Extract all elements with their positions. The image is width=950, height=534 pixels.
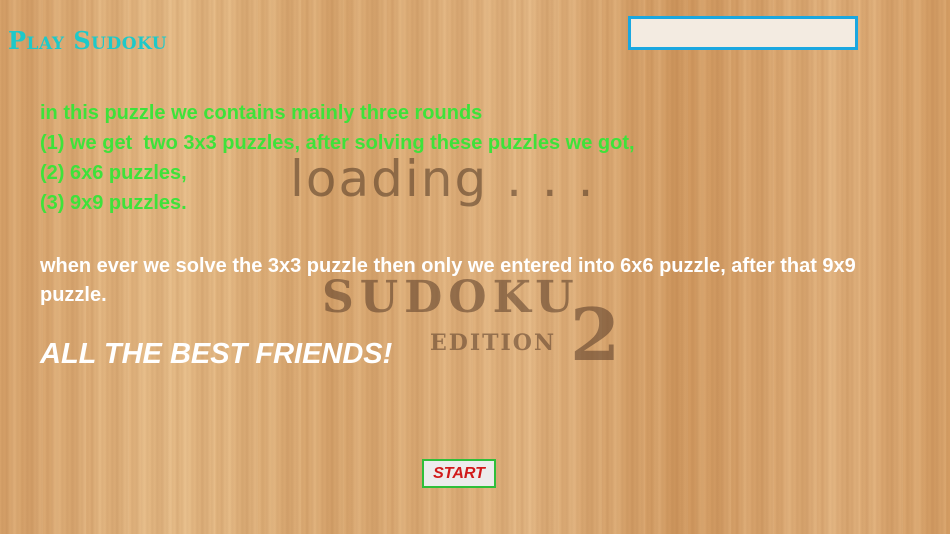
rule-round-2: (2) 6x6 puzzles, [40, 162, 187, 184]
background-logo-edition: EDITION [430, 330, 557, 356]
rule-round-1: (1) we get two 3x3 puzzles, after solvin… [40, 132, 635, 154]
rule-round-3: (3) 9x9 puzzles. [40, 192, 187, 214]
rule-intro: in this puzzle we contains mainly three … [40, 102, 483, 124]
start-button[interactable]: START [422, 459, 496, 488]
page-title: Play Sudoku [8, 26, 168, 55]
top-input-box[interactable] [628, 16, 858, 50]
rules-list: in this puzzle we contains mainly three … [40, 98, 635, 218]
good-luck-message: ALL THE BEST FRIENDS! [40, 338, 393, 370]
progression-description: when ever we solve the 3x3 puzzle then o… [40, 255, 856, 306]
